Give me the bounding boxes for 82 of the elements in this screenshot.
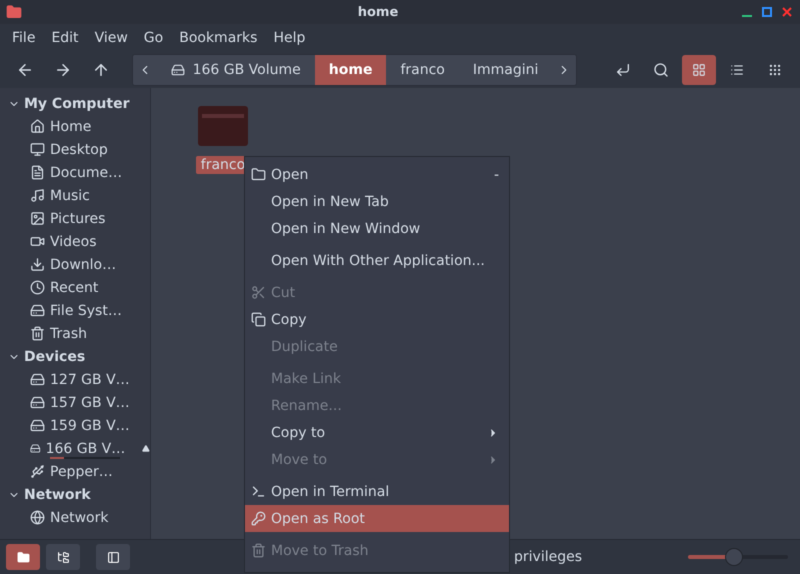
sidebar-item[interactable]: File Syst… bbox=[0, 299, 150, 322]
sidebar-item[interactable]: Recent bbox=[0, 276, 150, 299]
menu-item[interactable]: Help bbox=[265, 30, 314, 46]
menu-item[interactable]: Bookmarks bbox=[171, 30, 266, 46]
globe-icon bbox=[30, 510, 45, 525]
folder-icon bbox=[16, 550, 30, 564]
return-arrow-icon bbox=[615, 62, 631, 78]
sidebar-heading[interactable]: My Computer bbox=[0, 92, 150, 115]
sidebar-item[interactable]: Pictures bbox=[0, 207, 150, 230]
close-button[interactable] bbox=[780, 5, 794, 19]
trash-icon bbox=[251, 543, 266, 558]
scissors-icon bbox=[251, 285, 266, 300]
menu-item[interactable]: Open in Terminal bbox=[245, 478, 509, 505]
menu-item[interactable]: Open With Other Application... bbox=[245, 247, 509, 274]
document-icon bbox=[30, 165, 45, 180]
icon-view-icon bbox=[692, 63, 706, 77]
picture-icon bbox=[30, 211, 45, 226]
places-button[interactable] bbox=[6, 544, 40, 570]
folder-icon bbox=[251, 167, 266, 182]
menu-item[interactable]: Open as Root bbox=[245, 505, 509, 532]
eject-icon[interactable] bbox=[142, 443, 150, 454]
drive-icon bbox=[30, 395, 45, 410]
close-icon bbox=[782, 7, 792, 17]
home-icon bbox=[30, 119, 45, 134]
sidebar-item[interactable]: Music bbox=[0, 184, 150, 207]
key-icon bbox=[251, 511, 266, 526]
sidebar-item[interactable]: 159 GB V… bbox=[0, 414, 150, 437]
maximize-button[interactable] bbox=[760, 5, 774, 19]
clock-icon bbox=[30, 280, 45, 295]
breadcrumb-item[interactable]: franco bbox=[386, 55, 459, 85]
usb-icon bbox=[30, 464, 45, 479]
breadcrumb-item[interactable]: home bbox=[314, 55, 386, 85]
maximize-icon bbox=[762, 7, 772, 17]
list-view-icon bbox=[730, 63, 744, 77]
sidebar-icon bbox=[106, 550, 120, 564]
forward-arrow-icon bbox=[54, 61, 72, 79]
menu-item[interactable]: Open in New Window bbox=[245, 215, 509, 242]
sidebar-item[interactable]: Downlo… bbox=[0, 253, 150, 276]
menu-item[interactable]: Copy to bbox=[245, 419, 509, 446]
sidebar-heading[interactable]: Network bbox=[0, 483, 150, 506]
sidebar-heading[interactable]: Devices bbox=[0, 345, 150, 368]
sidebar-item[interactable]: Videos bbox=[0, 230, 150, 253]
tree-button[interactable] bbox=[46, 544, 80, 570]
drive-icon bbox=[30, 303, 45, 318]
drive-icon bbox=[30, 418, 45, 433]
zoom-slider[interactable] bbox=[688, 548, 788, 566]
drive-icon bbox=[30, 372, 45, 387]
compact-view-icon bbox=[768, 63, 782, 77]
sidebar-item[interactable]: Home bbox=[0, 115, 150, 138]
window-title: home bbox=[356, 4, 400, 20]
sidebar-item[interactable]: 157 GB V… bbox=[0, 391, 150, 414]
breadcrumb-item[interactable]: 166 GB Volume bbox=[156, 55, 315, 85]
menu-item[interactable]: Copy bbox=[245, 306, 509, 333]
menu-item[interactable]: Go bbox=[136, 30, 172, 46]
video-icon bbox=[30, 234, 45, 249]
minimize-icon bbox=[742, 15, 752, 17]
tree-icon bbox=[56, 550, 70, 564]
icon-view-button[interactable] bbox=[682, 55, 716, 85]
trash-icon bbox=[30, 326, 45, 341]
sidebar-item[interactable]: 166 GB V… bbox=[0, 437, 150, 460]
menu-item[interactable]: Edit bbox=[43, 30, 87, 46]
folder-icon bbox=[6, 4, 22, 20]
search-icon bbox=[653, 62, 669, 78]
download-icon bbox=[30, 257, 45, 272]
monitor-icon bbox=[30, 142, 45, 157]
shortcut: - bbox=[494, 166, 499, 182]
menu-item[interactable]: File bbox=[4, 30, 44, 46]
copy-icon bbox=[251, 312, 266, 327]
sidebar-item[interactable]: Pepper… bbox=[0, 460, 150, 483]
menu-item[interactable]: Open in New Tab bbox=[245, 188, 509, 215]
breadcrumb-item[interactable]: Immagini bbox=[458, 55, 552, 85]
sidebar-toggle-button[interactable] bbox=[96, 544, 130, 570]
music-icon bbox=[30, 188, 45, 203]
sidebar-item[interactable]: Desktop bbox=[0, 138, 150, 161]
sidebar-item[interactable]: Trash bbox=[0, 322, 150, 345]
sidebar-item[interactable]: Network bbox=[0, 506, 150, 529]
terminal-icon bbox=[251, 484, 266, 499]
sidebar-item[interactable]: Docume… bbox=[0, 161, 150, 184]
menu-item[interactable]: View bbox=[86, 30, 136, 46]
drive-icon bbox=[170, 63, 185, 77]
status-text: privileges bbox=[514, 549, 584, 565]
sidebar-item[interactable]: 127 GB V… bbox=[0, 368, 150, 391]
